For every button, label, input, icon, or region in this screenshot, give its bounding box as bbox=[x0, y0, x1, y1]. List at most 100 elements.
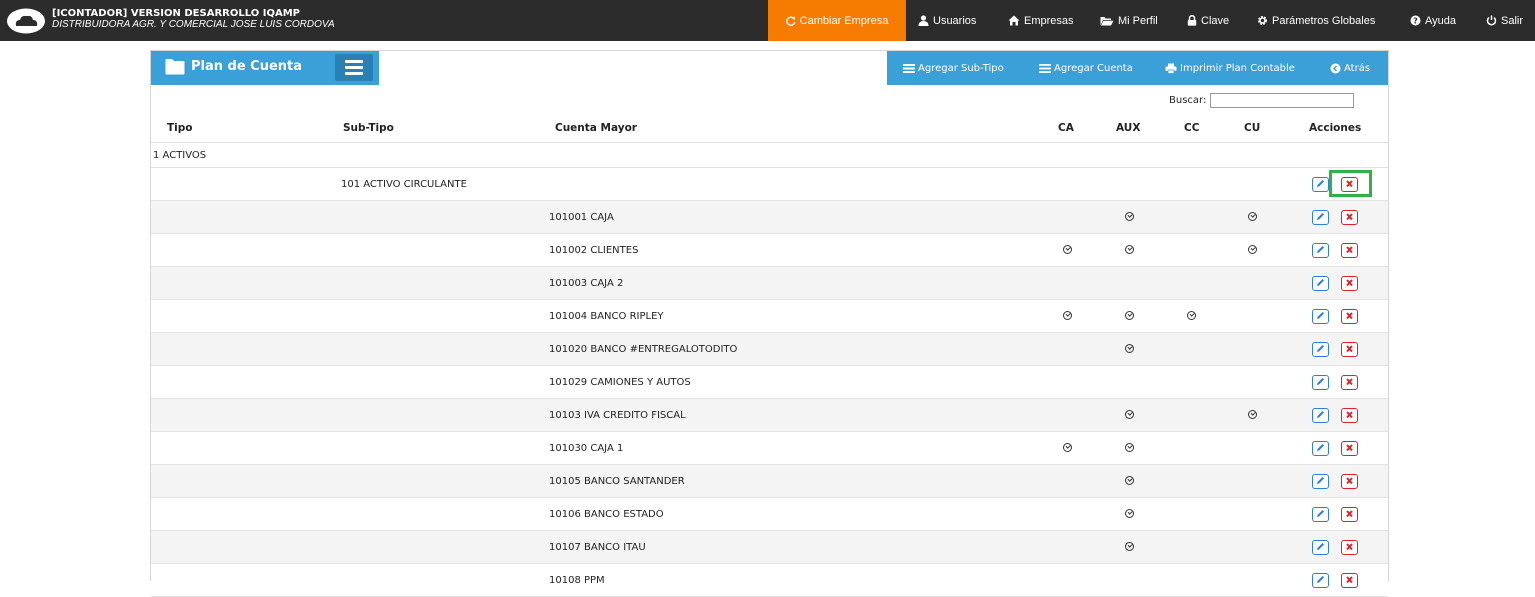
pencil-icon bbox=[1317, 279, 1324, 286]
nav-ayuda[interactable]: ? Ayuda bbox=[1410, 0, 1456, 41]
delete-button[interactable] bbox=[1341, 210, 1358, 225]
nav-label: Cambiar Empresa bbox=[799, 14, 889, 27]
hamburger-line bbox=[345, 60, 363, 63]
check-circle-icon bbox=[1125, 245, 1134, 254]
pencil-icon bbox=[1317, 477, 1324, 484]
app-title: [ICONTADOR] VERSION DESARROLLO IQAMP bbox=[52, 8, 300, 19]
imprimir-plan-contable-button[interactable]: Imprimir Plan Contable bbox=[1165, 51, 1295, 85]
nav-label: Usuarios bbox=[933, 14, 977, 27]
nav-mi-perfil[interactable]: Mi Perfil bbox=[1100, 0, 1158, 41]
column-header-subtipo[interactable]: Sub-Tipo bbox=[343, 122, 394, 134]
edit-button[interactable] bbox=[1312, 342, 1329, 357]
menu-toggle-button[interactable] bbox=[335, 54, 373, 81]
nav-usuarios[interactable]: Usuarios bbox=[918, 0, 976, 41]
check-circle-icon bbox=[1063, 245, 1072, 254]
cell-cuenta-mayor: 101029 CAMIONES Y AUTOS bbox=[549, 376, 691, 388]
table-row: 1 ACTIVOS bbox=[151, 143, 1388, 168]
pencil-icon bbox=[1317, 510, 1324, 517]
nav-label: Parámetros Globales bbox=[1272, 14, 1376, 27]
home-icon bbox=[1008, 15, 1020, 26]
agregar-sub-tipo-button[interactable]: Agregar Sub-Tipo bbox=[903, 51, 1004, 85]
search-input[interactable] bbox=[1210, 93, 1355, 108]
delete-button[interactable] bbox=[1341, 276, 1358, 291]
pencil-icon bbox=[1317, 345, 1324, 352]
close-icon bbox=[1346, 576, 1353, 584]
column-header-cc[interactable]: CC bbox=[1184, 122, 1199, 134]
edit-button[interactable] bbox=[1312, 210, 1329, 225]
panel-title-text: Plan de Cuenta bbox=[191, 59, 303, 74]
check-circle-icon bbox=[1125, 311, 1134, 320]
help-icon: ? bbox=[1410, 15, 1421, 26]
edit-button[interactable] bbox=[1312, 309, 1329, 324]
atras-button[interactable]: Atrás bbox=[1330, 51, 1370, 85]
column-header-cu[interactable]: CU bbox=[1244, 122, 1260, 134]
edit-button[interactable] bbox=[1312, 408, 1329, 423]
close-icon bbox=[1346, 345, 1353, 353]
column-header-ca[interactable]: CA bbox=[1058, 122, 1074, 134]
delete-button[interactable] bbox=[1341, 441, 1358, 456]
folder-open-icon bbox=[1100, 16, 1114, 25]
close-icon bbox=[1346, 312, 1353, 320]
nav-label: Clave bbox=[1201, 14, 1230, 27]
column-header-cuenta-mayor[interactable]: Cuenta Mayor bbox=[555, 122, 637, 134]
cell-cuenta-mayor: 101004 BANCO RIPLEY bbox=[549, 310, 664, 322]
company-name: DISTRIBUIDORA AGR. Y COMERCIAL JOSE LUIS… bbox=[52, 19, 335, 30]
check-circle-icon bbox=[1125, 344, 1134, 353]
delete-button[interactable] bbox=[1341, 342, 1358, 357]
edit-button[interactable] bbox=[1312, 441, 1329, 456]
delete-button[interactable] bbox=[1341, 540, 1358, 555]
edit-button[interactable] bbox=[1312, 375, 1329, 390]
close-icon bbox=[1346, 213, 1353, 221]
column-header-aux[interactable]: AUX bbox=[1116, 122, 1140, 134]
delete-button[interactable] bbox=[1341, 243, 1358, 258]
edit-button[interactable] bbox=[1312, 540, 1329, 555]
check-circle-icon bbox=[1248, 212, 1257, 221]
check-circle-icon bbox=[1248, 410, 1257, 419]
delete-button[interactable] bbox=[1341, 408, 1358, 423]
check-circle-icon bbox=[1125, 476, 1134, 485]
delete-button[interactable] bbox=[1341, 507, 1358, 522]
search-box: Buscar: bbox=[1169, 93, 1355, 108]
nav-parametros-globales[interactable]: Parámetros Globales bbox=[1257, 0, 1375, 41]
close-icon bbox=[1346, 477, 1353, 485]
nav-empresas[interactable]: Empresas bbox=[1008, 0, 1074, 41]
check-circle-icon bbox=[1125, 443, 1134, 452]
nav-cambiar-empresa[interactable]: Cambiar Empresa bbox=[768, 0, 906, 41]
action-label: Imprimir Plan Contable bbox=[1180, 62, 1295, 74]
nav-label: Empresas bbox=[1024, 14, 1074, 27]
nav-clave[interactable]: Clave bbox=[1187, 0, 1229, 41]
edit-button[interactable] bbox=[1312, 474, 1329, 489]
cell-cuenta-mayor: 10106 BANCO ESTADO bbox=[549, 508, 664, 520]
column-header-tipo[interactable]: Tipo bbox=[167, 122, 193, 134]
delete-button[interactable] bbox=[1341, 309, 1358, 324]
edit-button[interactable] bbox=[1312, 243, 1329, 258]
panel-actions-bar: Agregar Sub-Tipo Agregar Cuenta Imprimir… bbox=[887, 51, 1388, 85]
pencil-icon bbox=[1317, 312, 1324, 319]
table-row: 101029 CAMIONES Y AUTOS bbox=[151, 366, 1388, 399]
close-icon bbox=[1346, 246, 1353, 254]
agregar-cuenta-button[interactable]: Agregar Cuenta bbox=[1039, 51, 1133, 85]
back-icon bbox=[1330, 63, 1341, 73]
power-icon bbox=[1486, 15, 1497, 26]
refresh-icon bbox=[785, 16, 796, 26]
delete-button[interactable] bbox=[1341, 375, 1358, 390]
delete-highlight-box bbox=[1329, 170, 1372, 197]
table-row: 101001 CAJA bbox=[151, 201, 1388, 234]
edit-button[interactable] bbox=[1312, 507, 1329, 522]
user-icon bbox=[918, 15, 929, 26]
close-icon bbox=[1346, 543, 1353, 551]
cell-cuenta-mayor: 101003 CAJA 2 bbox=[549, 277, 624, 289]
nav-salir[interactable]: Salir bbox=[1486, 0, 1523, 41]
cell-cuenta-mayor: 10103 IVA CREDITO FISCAL bbox=[549, 409, 686, 421]
delete-button[interactable] bbox=[1341, 474, 1358, 489]
cell-cuenta-mayor: 10105 BANCO SANTANDER bbox=[549, 475, 685, 487]
list-icon bbox=[1039, 63, 1051, 73]
check-circle-icon bbox=[1125, 212, 1134, 221]
gear-icon bbox=[1257, 15, 1268, 26]
table-row: 101003 CAJA 2 bbox=[151, 267, 1388, 300]
edit-button[interactable] bbox=[1312, 276, 1329, 291]
cell-cuenta-mayor: 10108 PPM bbox=[549, 574, 605, 586]
edit-button[interactable] bbox=[1312, 177, 1329, 192]
cloud-logo-icon bbox=[7, 8, 45, 34]
action-label: Agregar Sub-Tipo bbox=[918, 62, 1004, 74]
